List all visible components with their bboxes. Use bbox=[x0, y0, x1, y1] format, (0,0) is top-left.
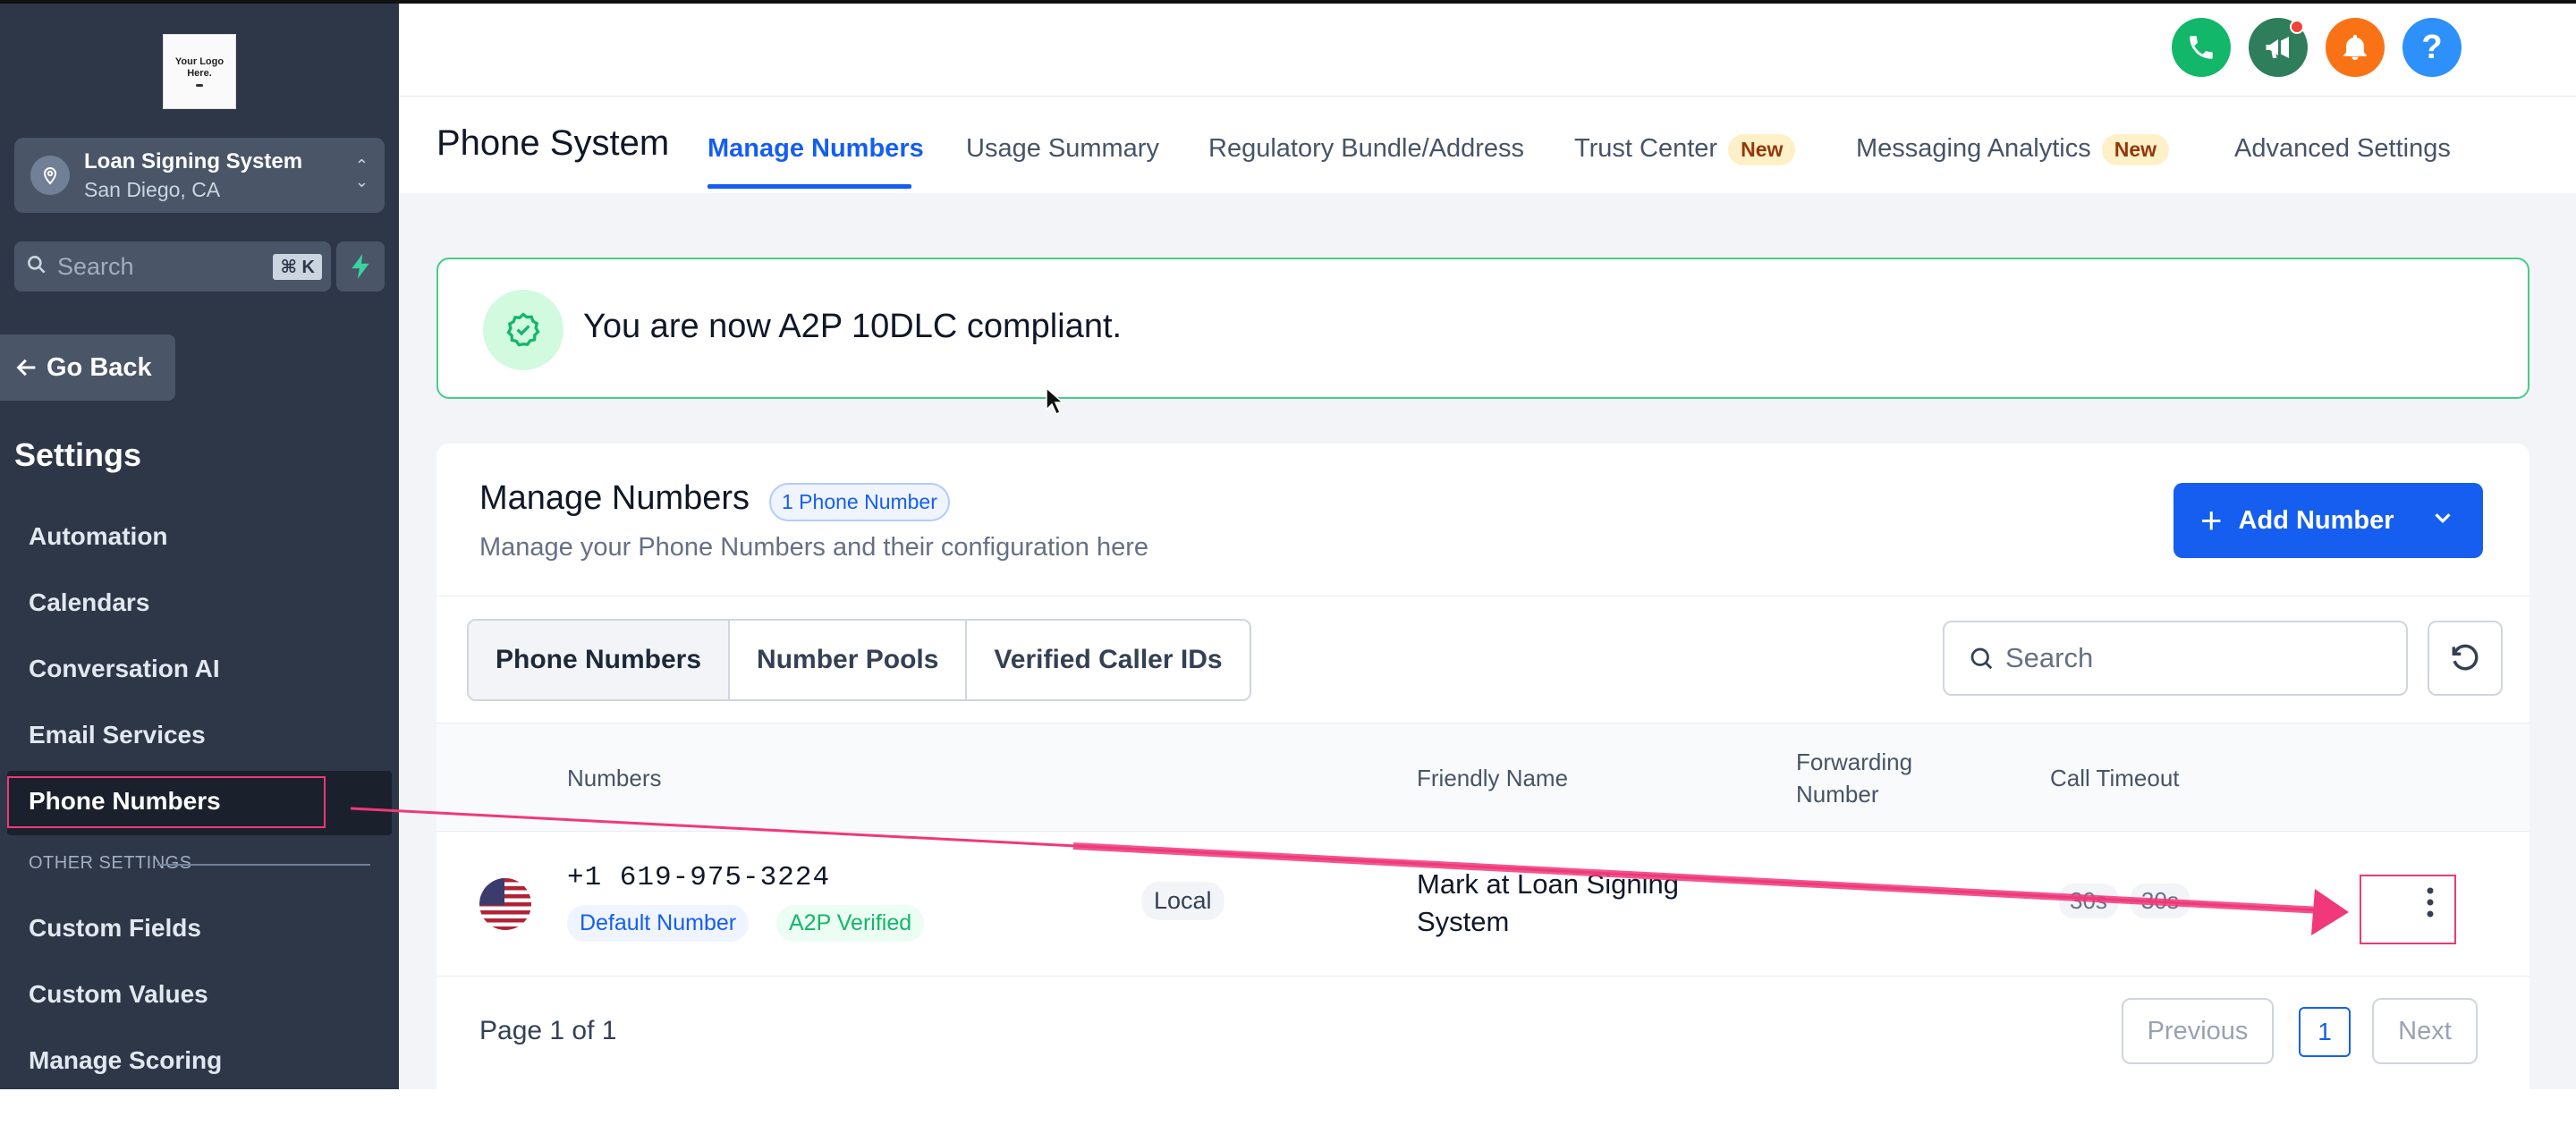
screen: Your Logo Here. Loan Signing System San … bbox=[0, 0, 2576, 1089]
mouse-cursor-icon bbox=[1046, 386, 1064, 416]
annotation-arrow bbox=[350, 807, 2349, 935]
